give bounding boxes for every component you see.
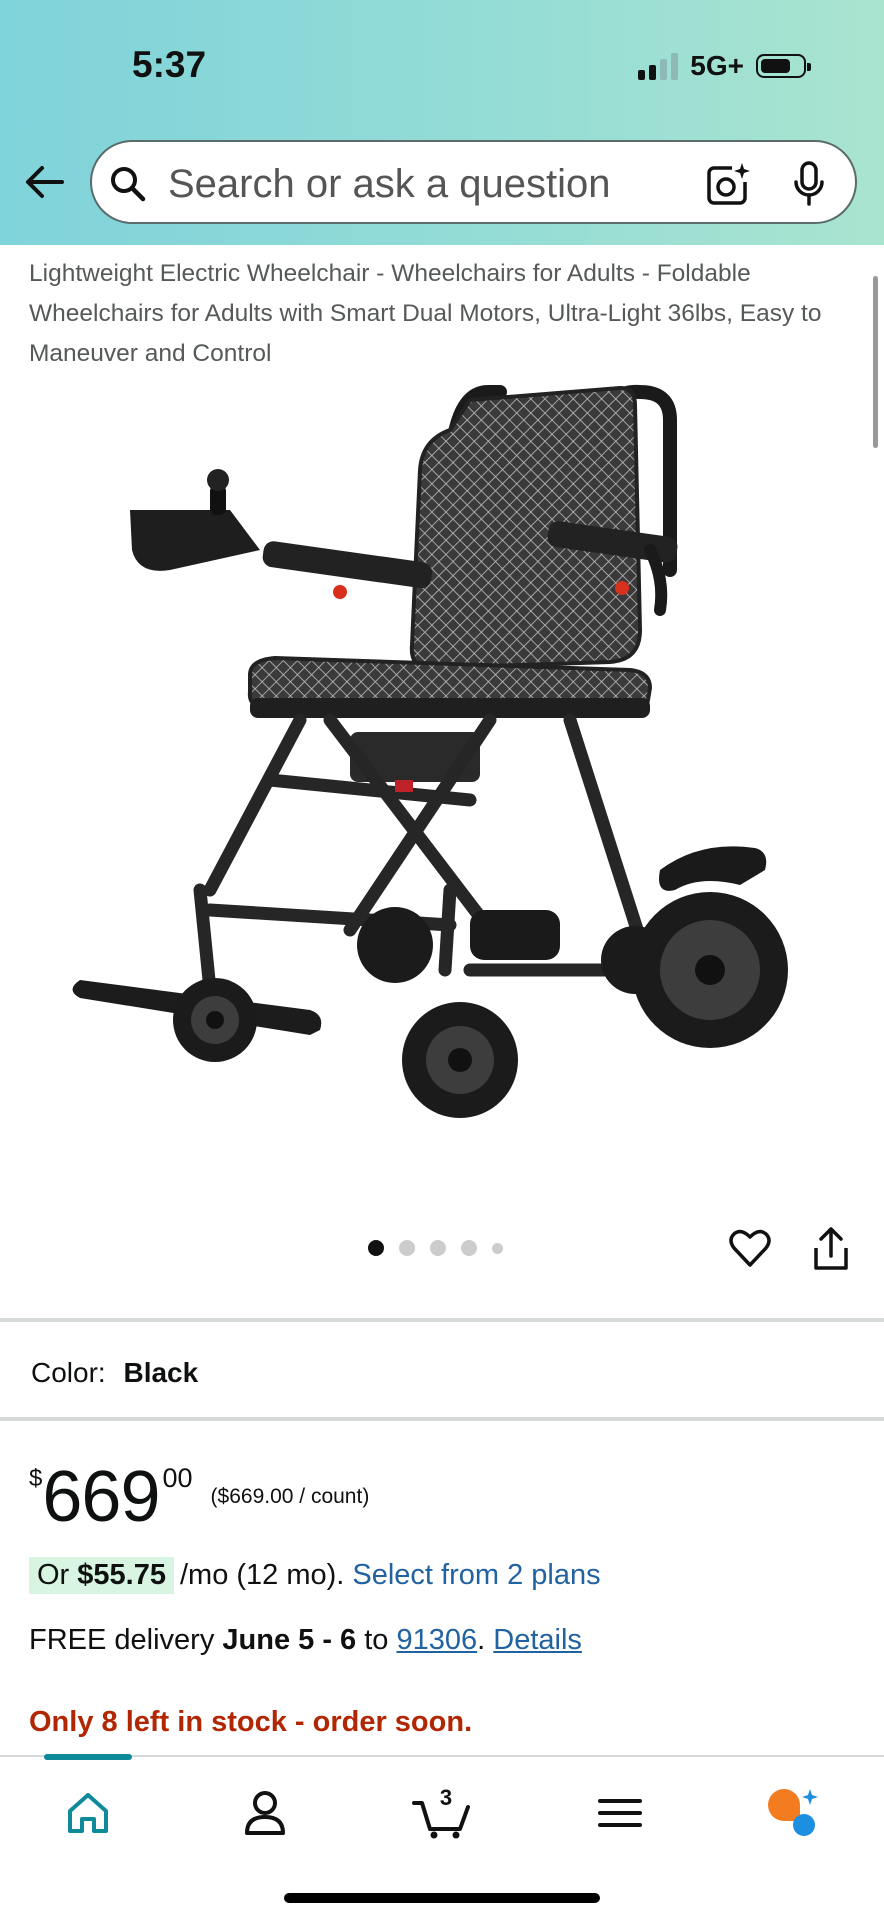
heart-icon[interactable] <box>728 1226 772 1270</box>
battery-icon <box>756 54 811 78</box>
select-plans-link[interactable]: Select from 2 plans <box>352 1559 600 1592</box>
stock-status: Only 8 left in stock - order soon. <box>29 1706 473 1738</box>
profile-icon[interactable] <box>237 1785 293 1841</box>
price-block: $ 669 00 ($669.00 / count) <box>29 1455 369 1539</box>
divider <box>0 1417 884 1421</box>
color-label: Color: <box>31 1357 106 1388</box>
back-arrow-icon[interactable] <box>22 160 66 204</box>
monthly-suffix: /mo (12 mo). <box>179 1559 345 1591</box>
search-bar[interactable]: Search or ask a question <box>90 140 857 224</box>
scrollbar[interactable] <box>873 276 878 448</box>
network-label: 5G+ <box>690 50 744 81</box>
price-currency: $ <box>29 1465 43 1492</box>
price-fraction: 00 <box>162 1463 193 1493</box>
price-whole: 669 <box>42 1457 160 1537</box>
image-dot-4[interactable] <box>461 1240 477 1256</box>
monthly-payment: Or $55.75 /mo (12 mo). Select from 2 pla… <box>29 1557 601 1594</box>
monthly-amount: $55.75 <box>77 1559 166 1591</box>
delivery-dot: . <box>477 1624 486 1656</box>
delivery-dates: June 5 - 6 <box>222 1624 357 1656</box>
rufus-assistant-icon[interactable] <box>764 1785 820 1841</box>
divider <box>0 1318 884 1322</box>
color-selection[interactable]: Color: Black <box>31 1357 198 1389</box>
product-title: Lightweight Electric Wheelchair - Wheelc… <box>29 260 822 367</box>
image-dot-5[interactable] <box>492 1242 503 1254</box>
search-icon <box>111 167 146 202</box>
image-dot-3[interactable] <box>430 1240 446 1256</box>
home-indicator <box>284 1893 600 1903</box>
image-pagination[interactable] <box>368 1240 503 1256</box>
status-indicators: 5G+ <box>638 50 811 82</box>
home-icon[interactable] <box>60 1785 116 1841</box>
app-header: 5:37 5G+ Search or ask a question <box>0 0 884 245</box>
details-link[interactable]: Details <box>493 1624 582 1656</box>
nav-active-indicator <box>44 1754 132 1760</box>
status-time: 5:37 <box>132 44 207 85</box>
image-dot-2[interactable] <box>399 1240 415 1256</box>
monthly-prefix: Or <box>37 1559 70 1591</box>
microphone-icon[interactable] <box>792 160 826 208</box>
delivery-to: to <box>364 1624 389 1656</box>
unit-price: ($669.00 / count) <box>210 1485 370 1508</box>
delivery-prefix: FREE delivery <box>29 1624 215 1656</box>
menu-icon[interactable] <box>592 1785 648 1841</box>
share-icon[interactable] <box>812 1226 850 1272</box>
cart-icon[interactable]: 3 <box>410 1785 474 1841</box>
monthly-highlight: Or $55.75 <box>29 1557 174 1594</box>
zip-code-link[interactable]: 91306 <box>396 1624 477 1656</box>
delivery-info: FREE delivery June 5 - 6 to 91306. Detai… <box>29 1624 582 1657</box>
search-input[interactable]: Search or ask a question <box>168 162 610 207</box>
signal-icon <box>638 52 679 80</box>
cart-count: 3 <box>440 1785 452 1810</box>
image-dot-1[interactable] <box>368 1240 384 1256</box>
color-value: Black <box>123 1357 199 1388</box>
product-image-wheelchair[interactable] <box>50 370 830 1170</box>
camera-lens-icon[interactable] <box>704 160 752 208</box>
